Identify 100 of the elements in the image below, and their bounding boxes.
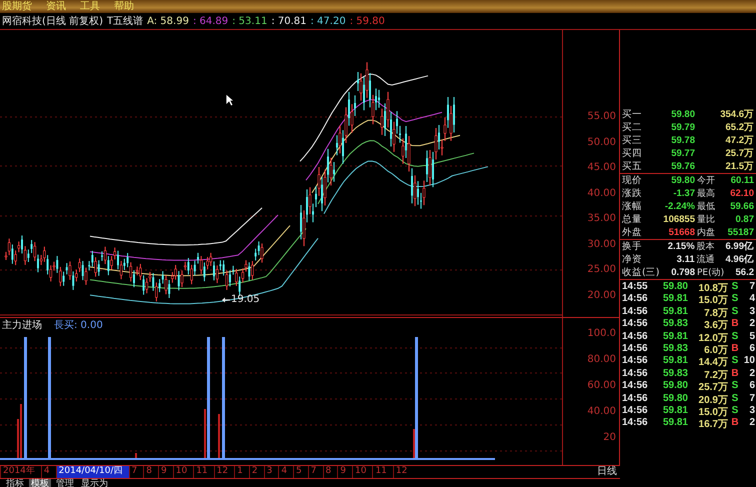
trade-volume: 15.0万 xyxy=(698,406,728,418)
menu-item[interactable]: 资讯 xyxy=(46,0,66,13)
trade-side: S xyxy=(730,306,740,318)
trade-volume: 7.2万 xyxy=(703,368,728,380)
bottom-tab[interactable]: 显示为 xyxy=(79,479,110,487)
quote-value: 0.798 xyxy=(670,267,695,278)
trade-side: S xyxy=(730,355,740,368)
trade-volume: 14.4万 xyxy=(698,356,728,368)
order-level-label: 买五 xyxy=(622,160,643,173)
trade-time: 14:56 xyxy=(622,368,649,380)
bid-volume: 65.2万 xyxy=(724,121,754,134)
indicator-axis-label: 20 xyxy=(603,432,616,445)
trade-time: 14:56 xyxy=(622,306,649,318)
quote-label: PE(动) xyxy=(696,266,726,279)
date-axis-label: 11 xyxy=(193,466,214,478)
trade-count: 2 xyxy=(748,417,756,430)
date-axis-label: 9 xyxy=(158,466,173,478)
trade-volume: 6.0万 xyxy=(703,344,728,356)
date-axis-label: 10 xyxy=(172,466,194,478)
quote-value: -1.37 xyxy=(672,188,695,199)
trade-side: S xyxy=(730,281,740,294)
trade-time: 14:56 xyxy=(622,417,649,430)
quote-label: 收益(三) xyxy=(622,266,660,279)
bottom-tab[interactable]: 模板 xyxy=(29,479,51,487)
date-axis-label: 2014年 xyxy=(0,466,41,478)
trade-volume: 16.7万 xyxy=(698,418,728,430)
quote-value: 4.96亿 xyxy=(726,253,754,266)
bid-price: 59.78 xyxy=(670,135,695,146)
quote-value: 6.99亿 xyxy=(726,240,754,253)
quote-value: 56.2 xyxy=(734,267,754,278)
trade-side: S xyxy=(730,392,740,405)
trade-side: B xyxy=(730,342,740,356)
trade-count: 2 xyxy=(748,368,756,380)
quote-value: 106855 xyxy=(662,214,695,225)
trade-volume: 15.0万 xyxy=(698,294,728,306)
trade-side: S xyxy=(730,380,740,393)
indicator-bar xyxy=(413,429,415,459)
trade-count: 2 xyxy=(748,318,756,331)
trade-price: 59.81 xyxy=(662,330,688,343)
trade-count: 7 xyxy=(748,281,756,294)
bottom-tab[interactable]: 指标 xyxy=(4,479,26,487)
date-axis-label: 5 xyxy=(293,466,308,478)
indicator-axis-label: 60.00 xyxy=(587,380,616,393)
trade-volume: 12.0万 xyxy=(698,332,728,343)
trade-price: 59.80 xyxy=(662,281,688,294)
bid-volume: 354.6万 xyxy=(719,108,754,121)
trade-price: 59.80 xyxy=(662,392,688,405)
quote-label: 流通 xyxy=(696,254,716,266)
quote-label: 今开 xyxy=(696,174,716,187)
order-level-label: 买三 xyxy=(622,134,643,147)
order-level-label: 买四 xyxy=(622,147,643,160)
price-axis-label: 45.00 xyxy=(587,162,616,175)
indicator-value: A: 58.99 xyxy=(147,16,189,26)
trade-price: 59.81 xyxy=(662,306,688,318)
date-axis-label: 9 xyxy=(337,466,352,478)
order-level-label: 买一 xyxy=(622,108,643,121)
bid-volume: 25.7万 xyxy=(724,147,754,160)
quote-label: 换手 xyxy=(622,240,643,253)
bottom-tab[interactable]: 管理 xyxy=(54,479,76,487)
indicator-axis-label: 80.00 xyxy=(587,354,616,367)
trade-volume: 20.9万 xyxy=(698,394,728,405)
trade-time: 14:56 xyxy=(622,293,649,306)
indicator-bar xyxy=(218,414,220,459)
price-axis-label: 40.00 xyxy=(587,188,616,200)
trade-price: 59.83 xyxy=(662,318,688,331)
left-arrow-icon xyxy=(222,296,230,302)
trade-price: 59.83 xyxy=(662,368,688,380)
date-axis-label: 3 xyxy=(264,466,278,478)
trade-price: 59.83 xyxy=(662,342,688,356)
date-axis-label: 12 xyxy=(392,466,414,478)
trade-count: 7 xyxy=(748,392,756,405)
quote-label: 内盘 xyxy=(696,226,716,239)
quote-value: 59.80 xyxy=(670,175,695,186)
trade-price: 59.81 xyxy=(662,293,688,306)
order-level-label: 买二 xyxy=(622,121,643,134)
indicator-reading: 長买: 0.00 xyxy=(54,319,103,331)
menu-item[interactable]: 股期货 xyxy=(2,0,32,13)
indicator-title: 主力进场 xyxy=(2,318,42,331)
trade-time: 14:56 xyxy=(622,330,649,343)
trade-side: S xyxy=(730,404,740,418)
quote-label: 外盘 xyxy=(622,226,643,239)
quote-label: 总量 xyxy=(622,213,643,226)
indicator-bar xyxy=(135,453,137,459)
trade-volume: 25.7万 xyxy=(698,381,728,393)
quote-label: 股本 xyxy=(696,240,716,253)
date-axis-label: 11 xyxy=(372,466,393,478)
date-axis-label: 2 xyxy=(248,466,264,478)
date-axis-label: 4 xyxy=(278,466,294,478)
trade-price: 59.81 xyxy=(662,417,688,430)
indicator-value: : 64.89 xyxy=(192,16,228,26)
indicator-value: : 59.80 xyxy=(350,16,385,26)
menu-item[interactable]: 工具 xyxy=(80,0,100,13)
quote-value: 62.10 xyxy=(729,188,754,199)
quote-label: 量比 xyxy=(696,214,716,226)
quote-value: 3.11 xyxy=(676,254,695,265)
bid-price: 59.77 xyxy=(670,148,695,159)
quote-label: 涨跌 xyxy=(622,187,643,200)
menu-item[interactable]: 帮助 xyxy=(114,0,134,13)
price-axis-label: 35.00 xyxy=(587,213,616,226)
bid-price: 59.80 xyxy=(670,109,695,120)
